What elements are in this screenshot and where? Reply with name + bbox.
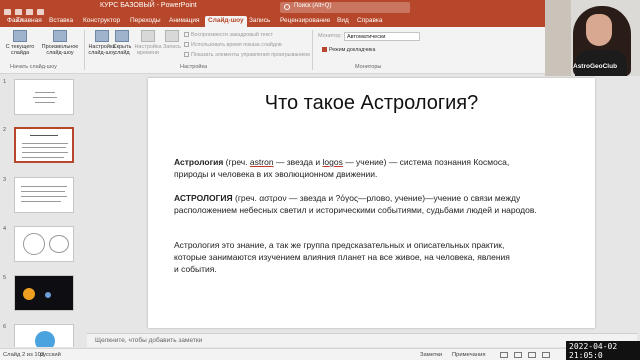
record-button[interactable]: Запись <box>162 30 182 50</box>
setup-icon <box>95 30 109 42</box>
ribbon: С текущего слайда Произвольное слайд-шоу… <box>0 27 545 74</box>
title-bar: КУРС БАЗОВЫЙ - PowerPoint Поиск (Alt+Q) <box>0 0 640 16</box>
paragraph-astrology-greek[interactable]: АСТРОЛОГИЯ (греч. αστρον — звезда и ?όγο… <box>174 192 589 216</box>
tab-help[interactable]: Справка <box>354 16 386 25</box>
thumbnail-number: 3 <box>3 177 7 183</box>
slideshow-icon <box>13 30 27 42</box>
tab-insert[interactable]: Вставка <box>46 16 76 25</box>
hide-slide-button[interactable]: Скрыть слайд <box>112 30 132 56</box>
tab-review[interactable]: Рецензирование <box>277 16 333 25</box>
timer-icon <box>141 30 155 42</box>
presenter-view-checkbox[interactable]: Режим докладчика <box>322 47 375 53</box>
record-icon <box>165 30 179 42</box>
rehearse-timings-button[interactable]: Настройка времени <box>134 30 162 56</box>
background-shelf <box>545 0 571 76</box>
slide-title[interactable]: Что такое Астрология? <box>148 92 595 115</box>
tab-record[interactable]: Запись <box>246 16 273 25</box>
zodiac-wheel-icon <box>49 235 69 253</box>
thumbnail-number: 2 <box>3 127 7 133</box>
notes-placeholder: Щелкните, чтобы добавить заметки <box>95 337 203 344</box>
custom-show-button[interactable]: Произвольное слайд-шоу <box>40 30 80 56</box>
thumbnail-slide-2[interactable] <box>14 127 74 163</box>
thumbnail-number: 6 <box>3 324 7 330</box>
normal-view-icon[interactable] <box>500 352 508 358</box>
tab-design[interactable]: Конструктор <box>80 16 123 25</box>
thumbnail-slide-6[interactable] <box>14 324 74 347</box>
search-placeholder: Поиск (Alt+Q) <box>294 3 332 9</box>
status-bar: Слайд 2 из 103 русский Заметки Примечани… <box>0 348 640 360</box>
paragraph-astrology-knowledge[interactable]: Астрология это знание, а так же группа п… <box>174 239 589 275</box>
thumbnail-number: 1 <box>3 79 7 85</box>
thumbnail-slide-4[interactable] <box>14 226 74 262</box>
webcam-overlay: AstroGeoClub <box>545 0 640 76</box>
divider <box>312 30 313 70</box>
earth-icon <box>35 331 55 347</box>
sun-icon <box>23 288 35 300</box>
slide-canvas[interactable]: Что такое Астрология? Астрология (греч. … <box>148 78 595 328</box>
paragraph-astrology-definition[interactable]: Астрология (греч. astron — звезда и logo… <box>174 156 574 180</box>
slide-counter: Слайд 2 из 103 <box>3 352 45 358</box>
tab-animations[interactable]: Анимация <box>166 16 203 25</box>
timings-checkbox[interactable]: Использовать время показа слайдов <box>184 42 282 48</box>
group-label-start: Начать слайд-шоу <box>10 64 57 70</box>
hide-slide-icon <box>115 30 129 42</box>
slideshow-view-icon[interactable] <box>542 352 550 358</box>
tab-transitions[interactable]: Переходы <box>127 16 164 25</box>
monitor-select[interactable]: Автоматически <box>344 32 420 41</box>
recording-timestamp: 2022-04-02 21:05:0 <box>566 341 640 360</box>
reading-view-icon[interactable] <box>528 352 536 358</box>
slide-thumbnails-pane: 1 2 3 4 5 6 <box>0 75 82 347</box>
webcam-label: AstroGeoClub <box>573 63 618 70</box>
ribbon-tabs: Файл Главная Вставка Конструктор Переход… <box>0 15 640 27</box>
divider <box>84 30 85 70</box>
language-indicator[interactable]: русский <box>40 352 61 358</box>
group-label-setup: Настройка <box>180 64 208 70</box>
search-input[interactable]: Поиск (Alt+Q) <box>280 2 410 13</box>
window-title: КУРС БАЗОВЫЙ - PowerPoint <box>100 2 197 9</box>
notes-pane[interactable]: Щелкните, чтобы добавить заметки <box>87 333 637 347</box>
comments-toggle-button[interactable]: Примечания <box>452 352 485 358</box>
custom-show-icon <box>53 30 67 42</box>
tab-view[interactable]: Вид <box>334 16 352 25</box>
thumbnail-slide-3[interactable] <box>14 177 74 213</box>
slide-sorter-icon[interactable] <box>514 352 522 358</box>
from-current-slide-button[interactable]: С текущего слайда <box>3 30 37 56</box>
thumbnail-number: 5 <box>3 275 7 281</box>
zodiac-wheel-icon <box>23 233 45 255</box>
tab-home[interactable]: Главная <box>14 16 45 25</box>
quick-access-toolbar <box>4 3 64 16</box>
monitor-label: Монитор: <box>318 33 342 39</box>
media-controls-checkbox[interactable]: Показать элементы управления проигрывани… <box>184 52 310 58</box>
thumbnail-slide-1[interactable] <box>14 79 74 115</box>
presenter-face <box>586 14 612 46</box>
group-label-monitors: Мониторы <box>355 64 382 70</box>
search-icon <box>284 4 290 10</box>
notes-toggle-button[interactable]: Заметки <box>420 352 442 358</box>
planet-icon <box>45 292 51 298</box>
thumbnail-number: 4 <box>3 226 7 232</box>
tab-slideshow[interactable]: Слайд-шоу <box>205 16 247 27</box>
thumbnail-slide-5[interactable] <box>14 275 74 311</box>
narration-checkbox[interactable]: Воспроизвести закадровый текст <box>184 32 273 38</box>
